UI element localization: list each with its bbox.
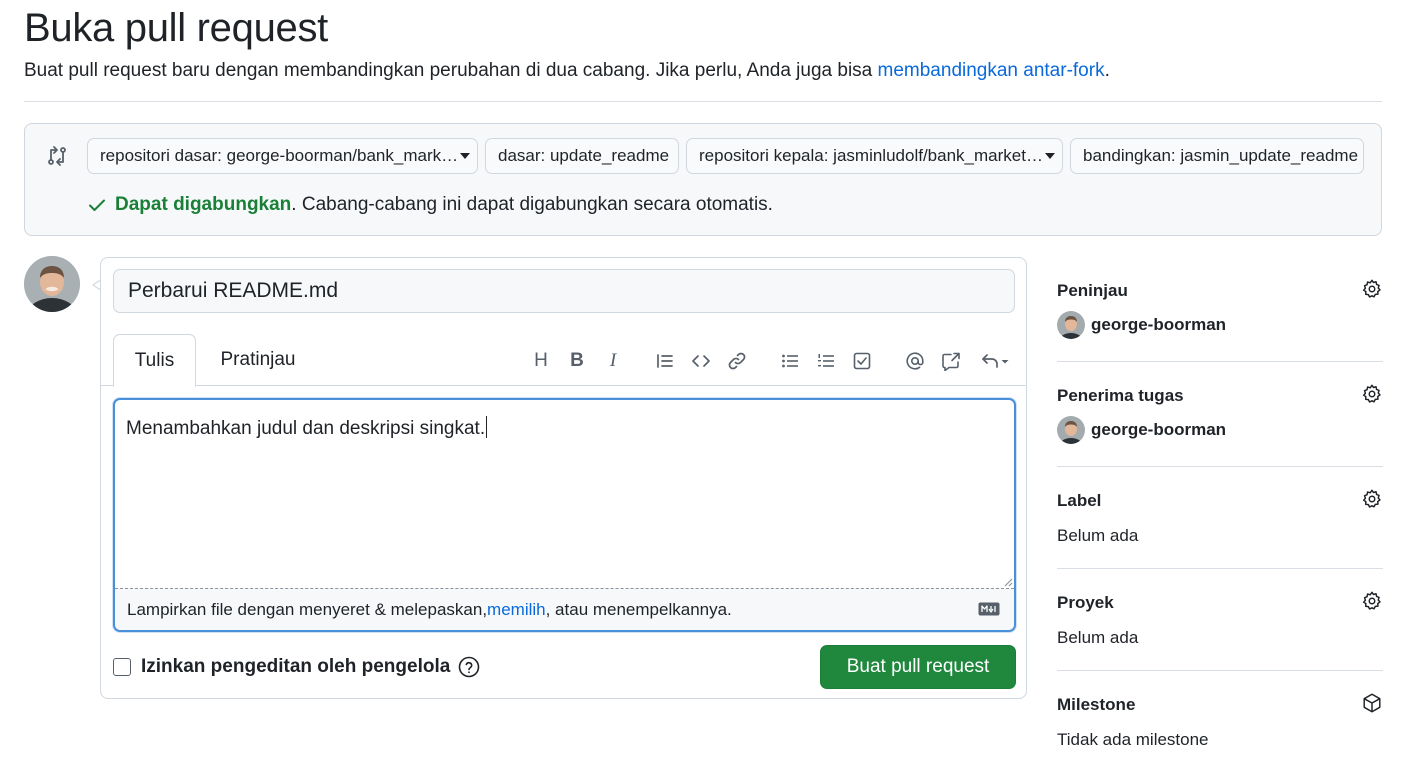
check-icon bbox=[89, 199, 105, 211]
sidebar-divider bbox=[1057, 568, 1383, 569]
link-icon[interactable] bbox=[724, 348, 750, 374]
gear-icon[interactable] bbox=[1361, 590, 1383, 612]
resize-handle-icon[interactable] bbox=[1001, 575, 1013, 587]
reviewer-name: george-boorman bbox=[1091, 315, 1227, 334]
base-repo-select[interactable]: repositori dasar: george-boorman/bank_ma… bbox=[87, 138, 478, 174]
help-icon[interactable] bbox=[458, 656, 480, 678]
attach-select-link[interactable]: memilih bbox=[487, 600, 546, 620]
heading-icon[interactable]: H bbox=[528, 348, 554, 374]
page-subtitle: Buat pull request baru dengan membanding… bbox=[24, 60, 1110, 82]
attach-text-end: , atau menempelkannya. bbox=[545, 599, 732, 619]
italic-icon[interactable]: I bbox=[600, 348, 626, 374]
tab-write[interactable]: Tulis bbox=[113, 334, 196, 387]
task-list-icon[interactable] bbox=[849, 348, 875, 374]
gear-icon[interactable] bbox=[1361, 278, 1383, 300]
undo-icon[interactable] bbox=[976, 348, 1014, 374]
tab-preview[interactable]: Pratinjau bbox=[211, 334, 305, 386]
sidebar-reviewers: Peninjau george-boorman bbox=[1057, 278, 1383, 339]
base-branch-label: dasar: update_readme bbox=[498, 146, 670, 165]
allow-edits-row: Izinkan pengeditan oleh pengelola bbox=[113, 656, 480, 678]
head-repo-label: repositori kepala: jasminludolf/bank_mar… bbox=[699, 146, 1043, 165]
sidebar-divider bbox=[1057, 361, 1383, 362]
bullet-list-icon[interactable] bbox=[777, 348, 803, 374]
numbered-list-icon[interactable] bbox=[813, 348, 839, 374]
quote-icon[interactable] bbox=[652, 348, 678, 374]
pr-body-editor[interactable]: Menambahkan judul dan deskripsi singkat.… bbox=[113, 398, 1016, 632]
base-repo-label: repositori dasar: george-boorman/bank_ma… bbox=[100, 146, 459, 165]
heading-glyph: H bbox=[534, 350, 548, 371]
projects-heading[interactable]: Proyek bbox=[1057, 593, 1383, 613]
gear-icon[interactable] bbox=[1361, 488, 1383, 510]
base-branch-select[interactable]: dasar: update_readme bbox=[485, 138, 679, 174]
sidebar-assignees: Penerima tugas george-boorman bbox=[1057, 383, 1383, 444]
create-pr-button[interactable]: Buat pull request bbox=[820, 645, 1016, 689]
assignee-item[interactable]: george-boorman bbox=[1057, 416, 1226, 444]
reviewers-heading[interactable]: Peninjau bbox=[1057, 281, 1383, 301]
attach-text: Lampirkan file dengan menyeret & melepas… bbox=[127, 599, 488, 619]
code-icon[interactable] bbox=[688, 348, 714, 374]
subtitle-text: Buat pull request baru dengan membanding… bbox=[24, 60, 878, 81]
reference-icon[interactable] bbox=[938, 348, 964, 374]
reviewer-item[interactable]: george-boorman bbox=[1057, 311, 1226, 339]
pr-composer: Perbarui README.md Tulis Pratinjau H B I bbox=[100, 257, 1027, 699]
avatar bbox=[1057, 416, 1085, 444]
merge-status: Dapat digabungkan. Cabang-cabang ini dap… bbox=[87, 194, 773, 216]
bold-icon[interactable]: B bbox=[564, 348, 590, 374]
sidebar-milestone: Milestone Tidak ada milestone bbox=[1057, 692, 1383, 749]
head-repo-select[interactable]: repositori kepala: jasminludolf/bank_mar… bbox=[686, 138, 1063, 174]
assignees-heading[interactable]: Penerima tugas bbox=[1057, 386, 1383, 406]
attach-bar[interactable]: Lampirkan file dengan menyeret & melepas… bbox=[115, 588, 1014, 630]
labels-heading[interactable]: Label bbox=[1057, 491, 1383, 511]
sidebar-projects: Proyek Belum ada bbox=[1057, 590, 1383, 647]
sidebar-divider bbox=[1057, 670, 1383, 671]
editor-tabbar: Tulis Pratinjau H B I bbox=[101, 334, 1026, 387]
page-title: Buka pull request bbox=[24, 6, 328, 50]
avatar[interactable] bbox=[24, 256, 80, 312]
markdown-icon[interactable] bbox=[978, 602, 1000, 616]
bold-glyph: B bbox=[570, 350, 584, 371]
allow-edits-checkbox[interactable] bbox=[113, 658, 131, 676]
mergeable-label: Dapat digabungkan bbox=[115, 194, 292, 215]
projects-value: Belum ada bbox=[1057, 628, 1139, 647]
milestone-icon[interactable] bbox=[1361, 692, 1383, 714]
sidebar-divider bbox=[1057, 466, 1383, 467]
gear-icon[interactable] bbox=[1361, 383, 1383, 405]
avatar bbox=[1057, 311, 1085, 339]
milestone-heading[interactable]: Milestone bbox=[1057, 695, 1383, 715]
pr-body-value: Menambahkan judul dan deskripsi singkat. bbox=[126, 418, 486, 439]
labels-value: Belum ada bbox=[1057, 526, 1139, 545]
mention-icon[interactable] bbox=[902, 348, 928, 374]
milestone-value: Tidak ada milestone bbox=[1057, 730, 1209, 749]
sidebar: Peninjau george-boorman Penerima tugas g… bbox=[1057, 0, 1383, 768]
assignee-name: george-boorman bbox=[1091, 420, 1227, 439]
text-cursor bbox=[486, 416, 488, 438]
caret-down-icon bbox=[1044, 153, 1055, 159]
caret-down-icon bbox=[460, 153, 471, 159]
mergeable-text: . Cabang-cabang ini dapat digabungkan se… bbox=[291, 194, 773, 215]
pr-title-input[interactable]: Perbarui README.md bbox=[113, 269, 1015, 313]
pr-body-text[interactable]: Menambahkan judul dan deskripsi singkat. bbox=[126, 416, 488, 440]
git-compare-icon bbox=[48, 146, 66, 166]
allow-edits-label[interactable]: Izinkan pengeditan oleh pengelola bbox=[141, 656, 450, 678]
italic-glyph: I bbox=[609, 350, 617, 371]
sidebar-labels: Label Belum ada bbox=[1057, 488, 1383, 545]
